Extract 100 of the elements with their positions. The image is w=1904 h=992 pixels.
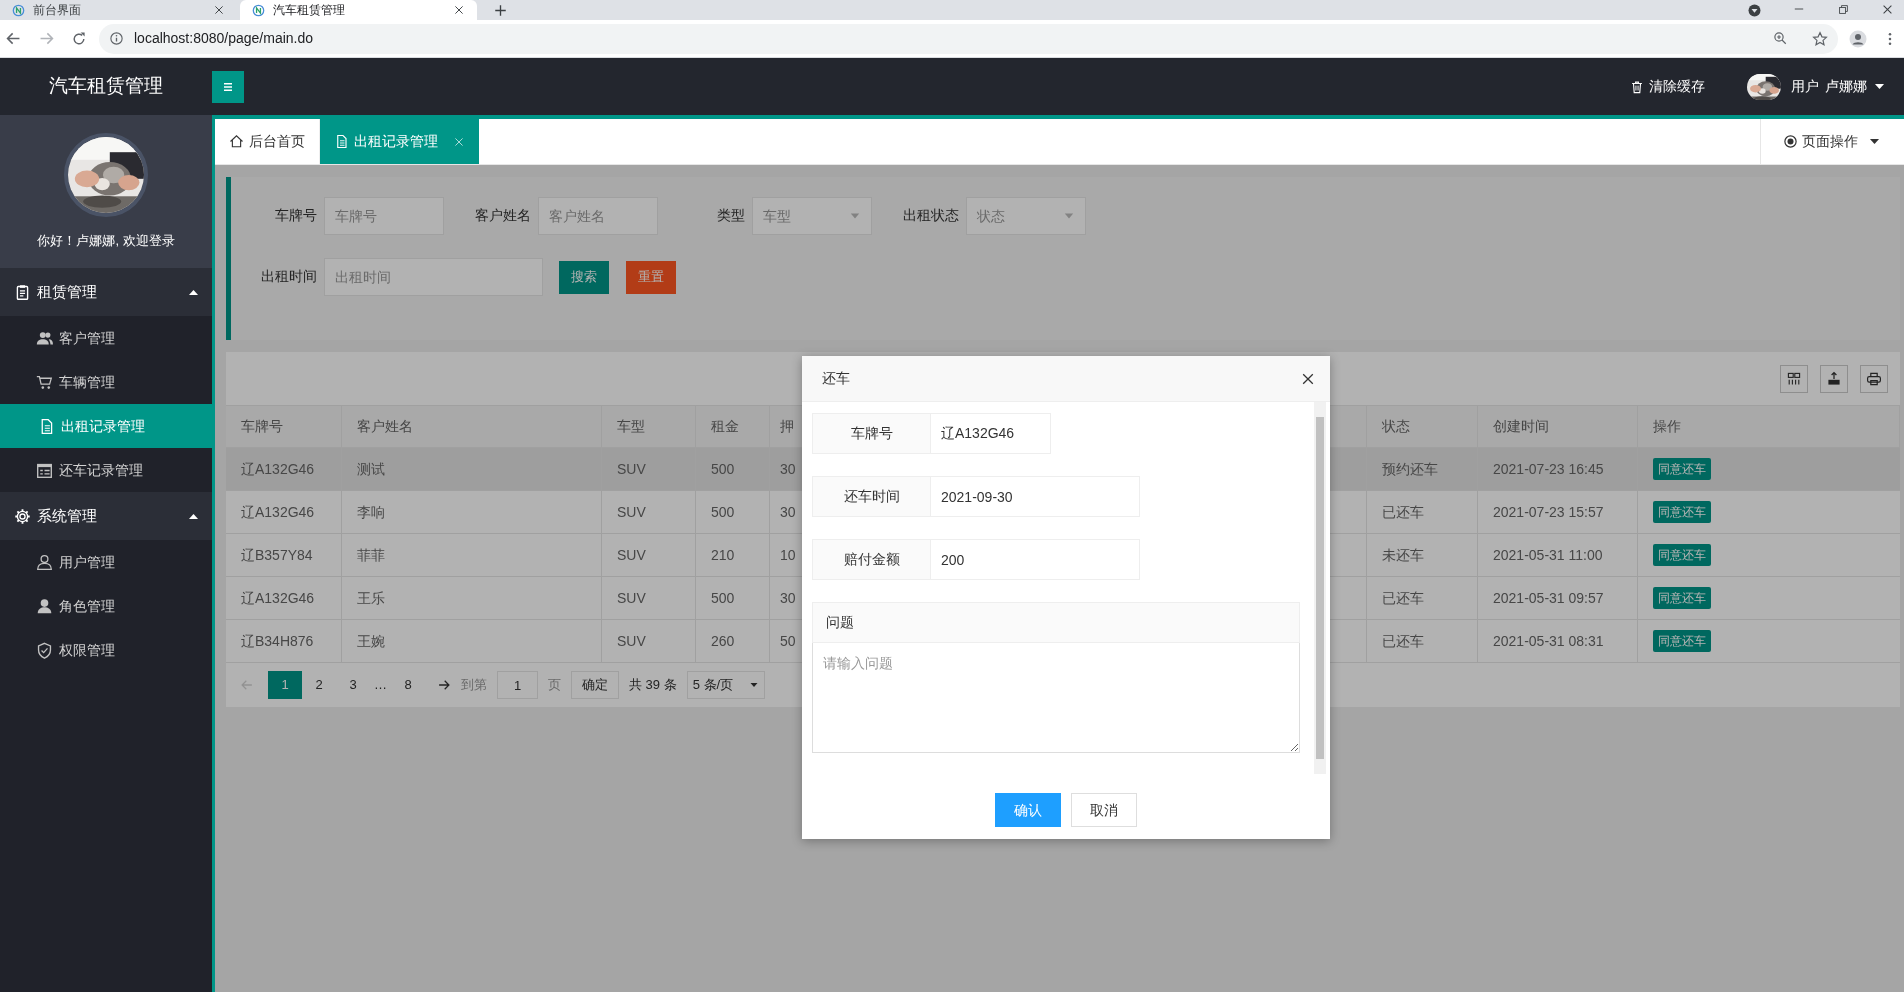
cancel-button[interactable]: 取消 [1071, 793, 1137, 827]
next-page-icon[interactable] [437, 678, 451, 692]
confirm-button[interactable]: 确定 [571, 671, 619, 699]
table-cell-text: 500 [711, 459, 735, 479]
field-label: 车牌号 [274, 206, 317, 225]
toolbar-button[interactable] [1860, 364, 1888, 393]
table-cell-text: 210 [711, 545, 735, 565]
app-title: 汽车租赁管理 [48, 74, 164, 99]
table-cell-text: SUV [617, 502, 646, 522]
favicon-icon [252, 3, 265, 17]
menu-item[interactable]: 出租记录管理 [0, 404, 212, 448]
field-label: 车牌号 [812, 413, 931, 454]
input-field[interactable]: 客户姓名 [538, 197, 658, 235]
reload-icon[interactable] [71, 30, 87, 47]
new-tab-icon[interactable] [493, 3, 508, 18]
table-cell-text: 30 [780, 459, 796, 479]
column-header: 车型 [617, 417, 645, 436]
table-cell-text: 50 [780, 631, 796, 651]
menu-item[interactable]: 角色管理 [0, 584, 212, 628]
table-cell-text: 辽B34H876 [241, 631, 314, 651]
menu-item[interactable]: 用户管理 [0, 540, 212, 584]
input-field[interactable]: 出租时间 [324, 258, 543, 296]
back-icon[interactable] [5, 30, 22, 47]
table-cell-text: SUV [617, 588, 646, 608]
column-header: 车牌号 [241, 417, 283, 436]
table-cell-text: 辽A132G46 [241, 588, 315, 608]
dialog-title: 还车 [822, 369, 851, 388]
close-icon[interactable] [453, 4, 465, 16]
cart-icon [36, 373, 53, 391]
address-bar[interactable]: localhost:8080/page/main.do [99, 23, 1838, 54]
input-field[interactable]: 车牌号 [324, 197, 444, 235]
text-area[interactable]: 请输入问题 [812, 643, 1300, 753]
column-header: 创建时间 [1493, 417, 1549, 436]
page-operations-menu[interactable]: 页面操作 [1760, 119, 1904, 164]
close-icon[interactable] [1881, 3, 1894, 16]
star-icon[interactable] [1812, 30, 1828, 47]
scroll-bar[interactable] [1314, 402, 1326, 774]
page-link[interactable]: 8 [391, 671, 425, 699]
user-menu[interactable]: 用户 卢娜娜 [1791, 76, 1886, 97]
field-label: 类型 [716, 206, 745, 225]
toolbar-button[interactable] [1820, 364, 1848, 393]
table-cell-text: 10 [780, 545, 796, 565]
input-field[interactable]: 200 [931, 539, 1140, 580]
menu-button[interactable] [212, 70, 244, 103]
page-tab[interactable]: 出租记录管理 [320, 119, 479, 164]
field-label: 还车时间 [812, 476, 931, 517]
table-cell-text: 500 [711, 502, 735, 522]
users-icon [36, 329, 53, 347]
user-solid-icon [36, 597, 53, 615]
profile-icon[interactable] [1848, 28, 1868, 49]
column-header: 状态 [1382, 417, 1410, 436]
table-cell-text: 菲菲 [357, 545, 385, 565]
field-label: 赔付金额 [812, 539, 931, 580]
input-field[interactable]: 2021-09-30 [931, 476, 1140, 517]
table-cell-text: 未还车 [1382, 545, 1424, 565]
table-cell-text: 260 [711, 631, 735, 651]
clear-cache-link[interactable]: 清除缓存 [1630, 76, 1705, 97]
table-cell-text: 辽B357Y84 [241, 545, 313, 565]
user-outline-icon [36, 553, 53, 571]
field-label: 客户姓名 [474, 206, 531, 225]
print-icon [1866, 370, 1882, 387]
menu-group-header[interactable]: 租赁管理 [0, 268, 212, 316]
table-cell-text: SUV [617, 631, 646, 651]
document-icon [334, 134, 349, 149]
menu-item[interactable]: 车辆管理 [0, 360, 212, 404]
clipboard-icon [14, 283, 31, 301]
page-link[interactable]: 3 [336, 671, 370, 699]
table-cell-text: 测试 [357, 459, 385, 479]
input-field[interactable]: 辽A132G46 [931, 413, 1051, 454]
url-text: localhost:8080/page/main.do [134, 29, 314, 48]
menu-group-header[interactable]: 系统管理 [0, 492, 212, 540]
home-icon [229, 134, 244, 149]
table-cell-text: 王婉 [357, 631, 385, 651]
menu-item[interactable]: 权限管理 [0, 628, 212, 672]
field-label: 出租时间 [260, 267, 317, 286]
radio-icon [1783, 134, 1798, 149]
calendar-icon [36, 461, 53, 479]
browser-tab[interactable]: 汽车租赁管理 [240, 0, 477, 20]
pagination-ellipsis: … [373, 676, 388, 695]
close-icon[interactable] [213, 4, 225, 16]
zoom-icon[interactable] [1773, 31, 1788, 46]
tab-search-icon[interactable] [1747, 3, 1762, 18]
table-cell-text: SUV [617, 545, 646, 565]
toolbar-button[interactable] [1780, 364, 1808, 393]
table-cell-text: 30 [780, 502, 796, 522]
table-cell-text: 李响 [357, 502, 385, 522]
export-icon [1826, 370, 1842, 387]
page-link[interactable]: 2 [302, 671, 336, 699]
table-cell-text: 2021-07-23 15:57 [1493, 502, 1604, 522]
gear-icon [14, 507, 31, 525]
total-count: 共 39 条 [629, 676, 677, 695]
column-header: 押 [780, 417, 794, 436]
welcome-text: 你好！卢娜娜, 欢迎登录 [37, 232, 175, 250]
info-icon[interactable] [109, 31, 124, 46]
menu-item[interactable]: 客户管理 [0, 316, 212, 360]
restore-icon[interactable] [1837, 3, 1850, 16]
table-cell-text: 2021-07-23 16:45 [1493, 459, 1604, 479]
menu-item[interactable]: 还车记录管理 [0, 448, 212, 492]
page-size-select[interactable]: 5 条/页 [686, 671, 765, 699]
page-input[interactable]: 1 [497, 671, 538, 699]
